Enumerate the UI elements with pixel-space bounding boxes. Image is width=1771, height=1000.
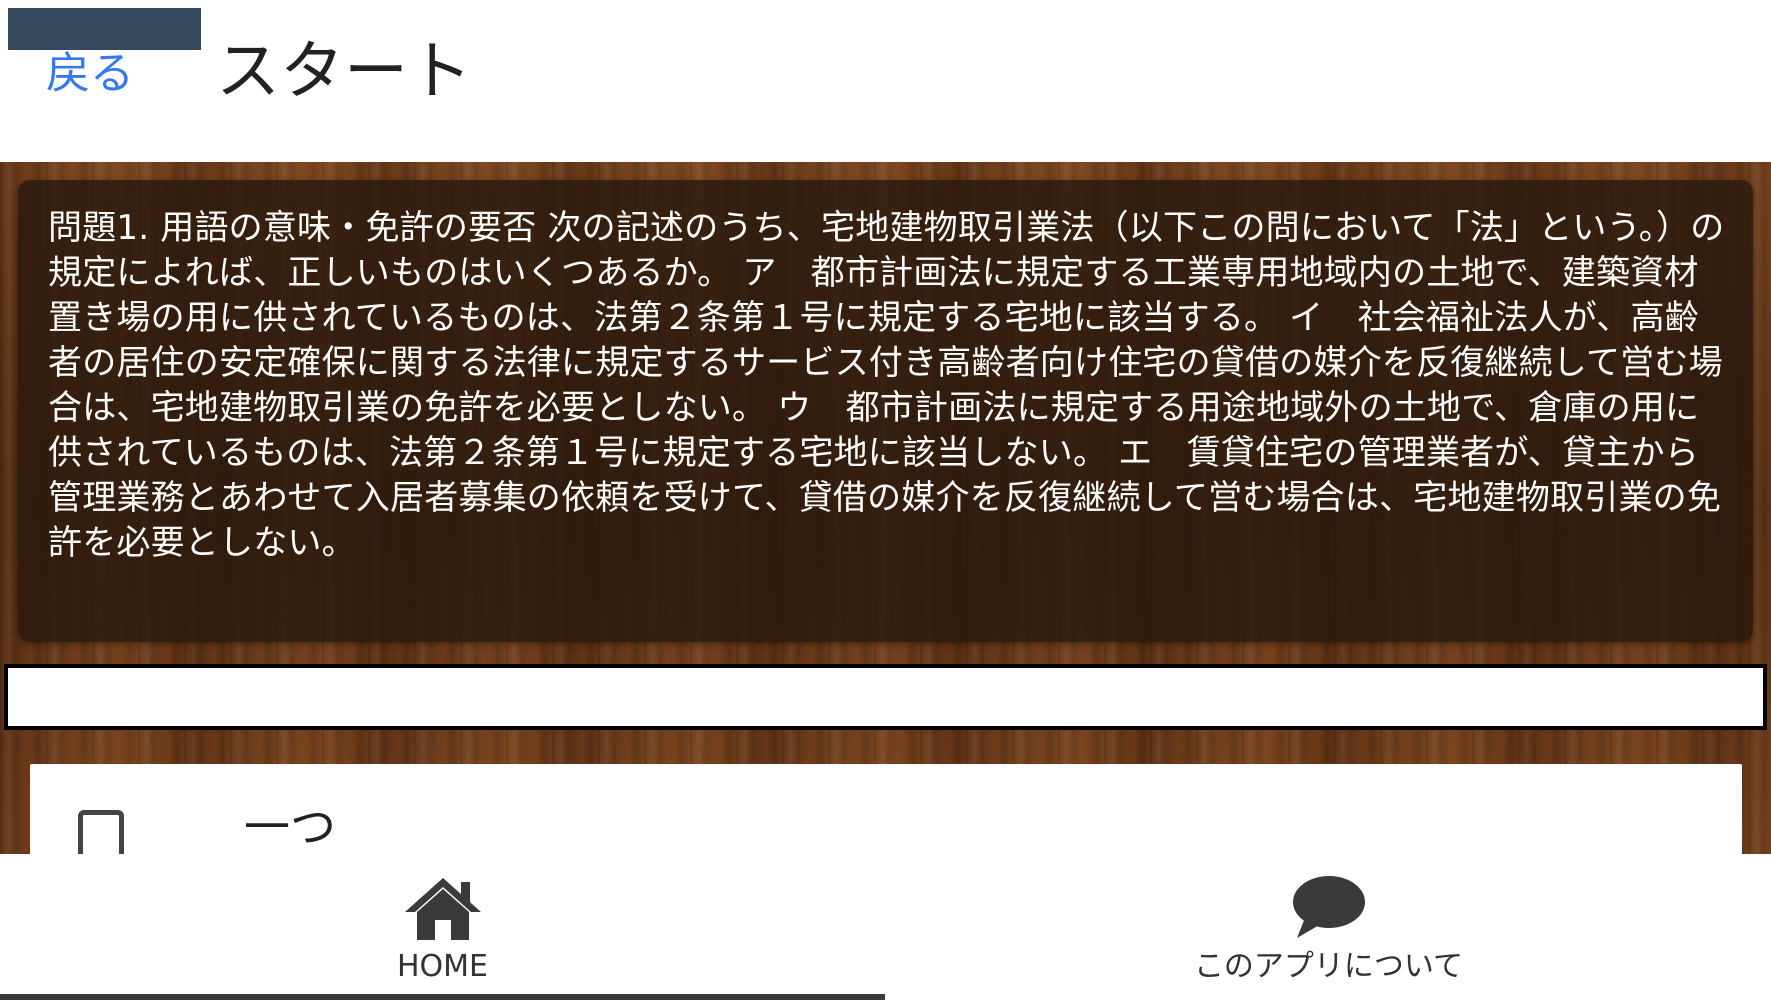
question-panel: 問題1. 用語の意味・免許の要否 次の記述のうち、宅地建物取引業法（以下この問に… [18, 180, 1753, 642]
active-tab-indicator [0, 994, 885, 1000]
answer-label: 一つ [244, 800, 336, 854]
page-title: スタート [216, 35, 472, 109]
nav-home-label: HOME [396, 949, 488, 984]
back-button[interactable]: 戻る [46, 52, 134, 96]
nav-home[interactable]: HOME [0, 854, 885, 1000]
app-header: 戻る スタート [0, 0, 1771, 162]
progress-bar-fill [8, 8, 201, 50]
question-text: 問題1. 用語の意味・免許の要否 次の記述のうち、宅地建物取引業法（以下この問に… [48, 208, 1725, 563]
speech-bubble-icon [1292, 876, 1365, 938]
nav-about-app[interactable]: このアプリについて [886, 854, 1771, 1000]
home-icon [404, 878, 481, 940]
nav-about-label: このアプリについて [1193, 949, 1464, 984]
progress-bar [4, 664, 1767, 730]
bottom-navigation: HOME このアプリについて [0, 854, 1771, 1000]
